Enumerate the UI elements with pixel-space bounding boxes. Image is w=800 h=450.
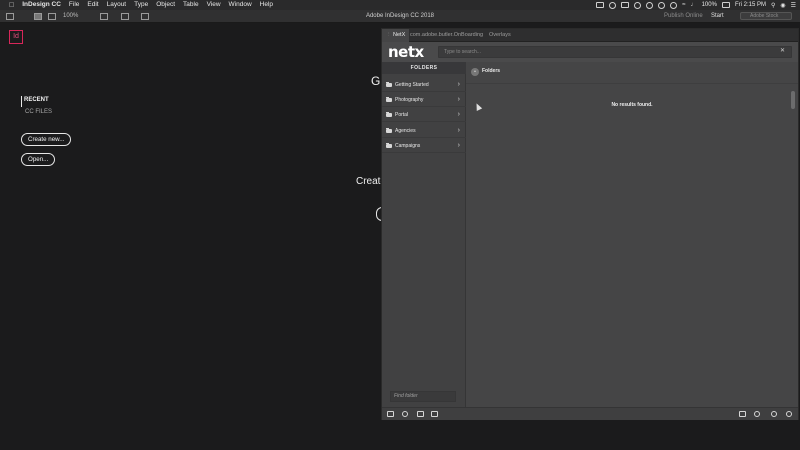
cc-files-tab[interactable]: CC FILES (25, 109, 52, 115)
tab-overlays[interactable]: Overlays (485, 29, 515, 42)
breadcrumb-folders[interactable]: Folders (482, 68, 500, 74)
display-icon[interactable] (596, 2, 605, 8)
application-bar: 100% Adobe InDesign CC 2018 Publish Onli… (0, 10, 800, 23)
empty-state-message: No results found. (611, 102, 653, 108)
logout-icon[interactable] (431, 411, 438, 417)
search-input[interactable]: Type to search... (438, 46, 792, 58)
chevron-right-icon[interactable]: › (458, 108, 460, 122)
sidebar-item-getting-started[interactable]: Getting Started › (382, 78, 466, 92)
sidebar-item-photography[interactable]: Photography › (382, 93, 466, 107)
results-area: • Folders No results found. (466, 62, 798, 407)
folder-label: Portal (395, 112, 409, 118)
cloud-upload-icon[interactable] (754, 411, 760, 417)
settings-icon[interactable] (771, 411, 777, 417)
sync-icon[interactable] (646, 1, 654, 9)
indesign-logo: Id (9, 30, 23, 44)
chevron-right-icon[interactable]: › (458, 139, 460, 153)
chevron-right-icon[interactable]: › (458, 124, 460, 138)
scrollbar[interactable] (791, 91, 795, 109)
panel-tabs: ⋮ NetX com.adobe.butler.OnBoarding Overl… (382, 29, 798, 42)
folders-header: FOLDERS (382, 62, 466, 74)
menu-layout[interactable]: Layout (107, 0, 127, 10)
panel-footer (382, 407, 798, 420)
folder-label: Photography (395, 97, 424, 103)
find-folder-input[interactable]: Find folder (390, 391, 456, 402)
power-icon[interactable] (786, 411, 792, 417)
menu-object[interactable]: Object (156, 0, 175, 10)
menu-help[interactable]: Help (260, 0, 273, 10)
app-menu[interactable]: InDesign CC (22, 0, 61, 10)
menu-window[interactable]: Window (229, 0, 252, 10)
sidebar-item-agencies[interactable]: Agencies › (382, 124, 466, 138)
folders-sidebar: FOLDERS Getting Started › Photography › … (382, 62, 466, 407)
sidebar-item-portal[interactable]: Portal › (382, 108, 466, 122)
status-area: ≈ ♩ 100% Fri 2:15 PM ⚲ ◉ ☰ (596, 0, 796, 10)
breadcrumb: • Folders (466, 62, 798, 84)
volume-icon[interactable]: ♩ (691, 2, 697, 8)
siri-icon[interactable]: ◉ (780, 2, 785, 9)
folder-icon (386, 128, 392, 133)
folder-icon[interactable] (387, 411, 394, 417)
netx-panel: ⋮ NetX com.adobe.butler.OnBoarding Overl… (381, 28, 799, 420)
tab-grip-icon: ⋮ (386, 32, 394, 38)
cart-icon[interactable] (739, 411, 746, 417)
create-new-button[interactable]: Create new... (21, 133, 72, 146)
notification-center-icon[interactable]: ☰ (791, 2, 796, 9)
menu-edit[interactable]: Edit (87, 0, 98, 10)
open-button[interactable]: Open... (21, 153, 56, 166)
folder-label: Getting Started (395, 82, 429, 88)
recent-tab[interactable]: RECENT (24, 97, 49, 103)
menu-view[interactable]: View (207, 0, 221, 10)
toggle-icon[interactable] (621, 2, 630, 8)
search-icon[interactable] (402, 411, 408, 417)
apple-menu-icon[interactable]:  (9, 2, 14, 9)
tab-netx-label: NetX (393, 32, 406, 38)
tab-onboarding[interactable]: com.adobe.butler.OnBoarding (406, 29, 487, 42)
battery-percent: 100% (701, 2, 717, 8)
spotlight-icon[interactable]: ⚲ (771, 2, 775, 9)
wifi-icon[interactable]: ≈ (682, 2, 685, 8)
clock[interactable]: Fri 2:15 PM (735, 2, 766, 8)
battery-icon[interactable] (721, 2, 730, 8)
macos-menubar:  InDesign CC File Edit Layout Type Obje… (0, 0, 800, 10)
bluetooth-icon[interactable] (670, 1, 678, 9)
folder-icon (386, 143, 392, 148)
adobe-stock-search[interactable]: Adobe Stock (740, 12, 792, 20)
menu-file[interactable]: File (69, 0, 79, 10)
folder-icon (386, 97, 392, 102)
close-icon[interactable]: ✕ (780, 47, 785, 54)
folder-icon (386, 82, 392, 87)
chevron-right-icon[interactable]: › (458, 93, 460, 107)
menu-table[interactable]: Table (183, 0, 199, 10)
recent-indicator (21, 96, 22, 107)
folder-label: Campaigns (395, 143, 421, 149)
time-machine-icon[interactable] (658, 1, 666, 9)
start-heading: G (371, 74, 381, 88)
creative-cloud-icon[interactable] (609, 1, 617, 9)
folder-label: Agencies (395, 128, 416, 134)
sidebar-item-campaigns[interactable]: Campaigns › (382, 139, 466, 153)
eye-icon[interactable] (634, 1, 642, 9)
publish-online-button[interactable]: Publish Online (664, 13, 703, 19)
tray-icon[interactable] (417, 411, 424, 417)
netx-header: netx Type to search... ✕ (382, 42, 798, 62)
menu-type[interactable]: Type (134, 0, 148, 10)
folders-home-icon[interactable]: • (471, 68, 479, 76)
folder-icon (386, 112, 392, 117)
workspace-switcher[interactable]: Start (711, 13, 724, 19)
chevron-right-icon[interactable]: › (458, 78, 460, 92)
netx-logo: netx (388, 43, 424, 61)
